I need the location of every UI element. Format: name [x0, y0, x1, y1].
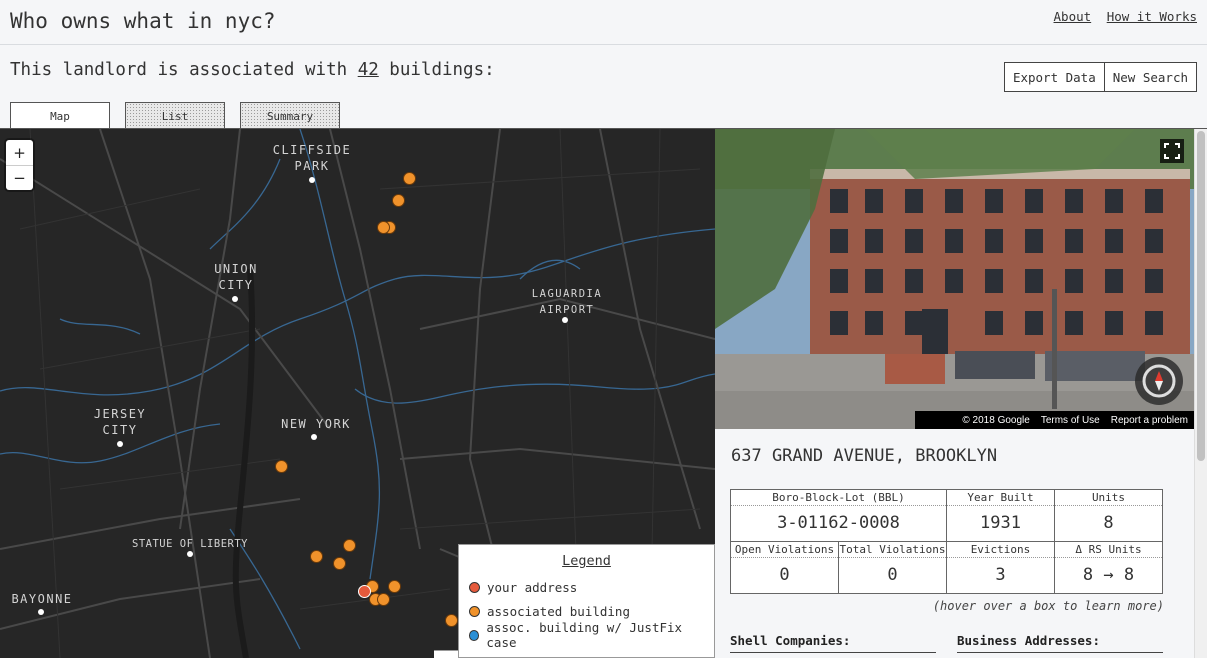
report-problem-link[interactable]: Report a problem	[1111, 415, 1188, 426]
top-bar: Who owns what in nyc? About How it Works	[0, 0, 1207, 45]
building-marker[interactable]	[310, 550, 323, 563]
map-attribution	[434, 650, 458, 658]
building-detail-panel: 637 GRAND AVENUE, BROOKLYN Boro-Block-Lo…	[715, 429, 1194, 658]
legend-red-dot-icon	[469, 581, 480, 593]
building-count: 42	[357, 60, 379, 80]
place-dot	[311, 434, 317, 440]
map-legend: Legend your address associated building …	[458, 544, 715, 658]
stat-rs-units[interactable]: Δ RS Units 8 → 8	[1054, 541, 1163, 594]
zoom-in-button[interactable]: +	[6, 140, 33, 165]
detail-scrollbar[interactable]	[1194, 129, 1207, 658]
building-marker[interactable]	[388, 580, 401, 593]
fullscreen-glyph	[1164, 143, 1180, 159]
action-buttons: Export Data New Search	[1003, 62, 1197, 92]
building-marker[interactable]	[343, 539, 356, 552]
street-view-footer: © 2018 Google Terms of Use Report a prob…	[915, 411, 1194, 429]
stat-open-violations[interactable]: Open Violations 0	[730, 541, 839, 594]
tab-map[interactable]: Map	[10, 102, 110, 129]
summary-suffix: buildings:	[378, 60, 495, 80]
terms-of-use-link[interactable]: Terms of Use	[1041, 415, 1100, 426]
stat-bbl[interactable]: Boro-Block-Lot (BBL) 3-01162-0008	[730, 489, 947, 542]
zoom-control: + −	[6, 140, 33, 190]
legend-item-justfix: assoc. building w/ JustFix case	[469, 620, 704, 650]
place-jersey-city: JERSEY CITY	[93, 407, 147, 437]
place-bayonne: BAYONNE	[11, 592, 73, 606]
google-copyright: © 2018 Google	[962, 414, 1030, 426]
place-dot	[117, 441, 123, 447]
place-dot	[562, 317, 568, 323]
view-tabs: Map List Summary	[10, 102, 355, 129]
stat-year-built[interactable]: Year Built 1931	[946, 489, 1055, 542]
about-link[interactable]: About	[1054, 9, 1092, 24]
building-marker[interactable]	[403, 172, 416, 185]
export-data-button[interactable]: Export Data	[1003, 62, 1105, 92]
building-marker[interactable]	[445, 614, 458, 627]
legend-orange-dot-icon	[469, 605, 480, 617]
place-new-york: NEW YORK	[281, 417, 351, 431]
place-statue-of-liberty: STATUE OF LIBERTY	[132, 538, 248, 550]
summary-prefix: This landlord is associated with	[10, 60, 358, 80]
hover-hint: (hover over a box to learn more)	[932, 599, 1164, 613]
legend-item-your-address: your address	[469, 575, 704, 599]
compass-glyph	[1142, 364, 1176, 398]
your-address-marker[interactable]	[358, 585, 371, 598]
map-view[interactable]: + − CLIFFSIDE PARK UNION CITY LAGUARDIA AIR…	[0, 129, 715, 658]
place-cliffside-park: CLIFFSIDE PARK	[272, 143, 352, 173]
building-address: 637 GRAND AVENUE, BROOKLYN	[731, 446, 998, 466]
how-it-works-link[interactable]: How it Works	[1107, 9, 1197, 24]
business-addresses-heading: Business Addresses:	[957, 633, 1163, 653]
building-marker[interactable]	[377, 593, 390, 606]
place-dot	[38, 609, 44, 615]
building-marker[interactable]	[333, 557, 346, 570]
tab-list[interactable]: List	[125, 102, 225, 129]
place-dot	[232, 296, 238, 302]
tab-summary[interactable]: Summary	[240, 102, 340, 129]
top-links: About How it Works	[1046, 9, 1197, 24]
building-marker[interactable]	[392, 194, 405, 207]
shell-companies-heading: Shell Companies:	[730, 633, 936, 653]
zoom-out-button[interactable]: −	[6, 165, 33, 190]
legend-blue-dot-icon	[469, 629, 480, 641]
app-title[interactable]: Who owns what in nyc?	[10, 9, 276, 33]
buildings-summary: This landlord is associated with 42 buil…	[10, 60, 495, 80]
street-view[interactable]: © 2018 Google Terms of Use Report a prob…	[715, 129, 1194, 429]
fullscreen-icon[interactable]	[1160, 139, 1184, 163]
legend-title: Legend	[562, 553, 611, 569]
building-marker[interactable]	[275, 460, 288, 473]
place-union-city: UNION CITY	[214, 262, 258, 292]
stat-evictions[interactable]: Evictions 3	[946, 541, 1055, 594]
place-laguardia: LAGUARDIA AIRPORT	[531, 288, 603, 316]
place-dot	[309, 177, 315, 183]
street-view-image	[715, 129, 1194, 429]
compass-icon[interactable]	[1135, 357, 1183, 405]
building-stats-table: Boro-Block-Lot (BBL) 3-01162-0008 Year Bu…	[730, 489, 1163, 594]
stat-total-violations[interactable]: Total Violations 0	[838, 541, 947, 594]
scrollbar-thumb[interactable]	[1197, 131, 1205, 461]
building-marker[interactable]	[377, 221, 390, 234]
place-dot	[187, 551, 193, 557]
stat-units[interactable]: Units 8	[1054, 489, 1163, 542]
new-search-button[interactable]: New Search	[1104, 62, 1197, 92]
